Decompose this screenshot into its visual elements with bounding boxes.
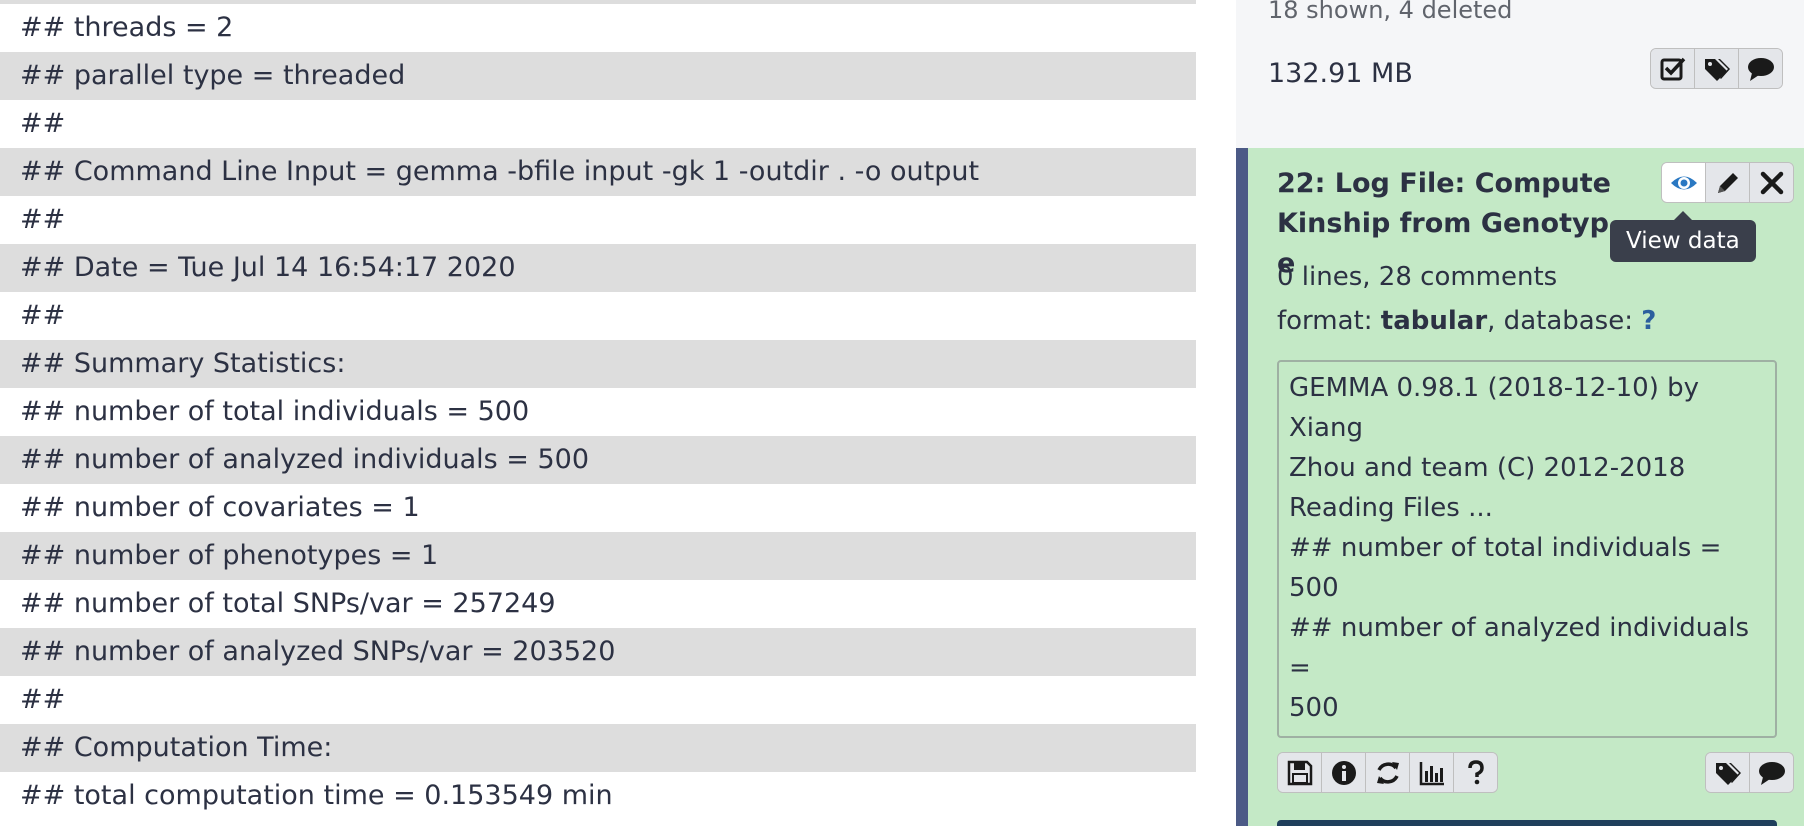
peek-line: ## number of analyzed individuals = xyxy=(1289,613,1749,683)
dataset-tags-button[interactable] xyxy=(1706,753,1750,792)
history-annotation-button[interactable] xyxy=(1739,49,1782,88)
format-value: tabular xyxy=(1380,306,1488,336)
dataset-details-button[interactable] xyxy=(1322,753,1366,792)
dataset-summary: 0 lines, 28 comments xyxy=(1277,262,1558,292)
log-line: ## number of covariates = 1 xyxy=(20,492,420,523)
pencil-icon xyxy=(1717,172,1738,193)
view-data-tooltip: View data xyxy=(1610,211,1756,262)
info-icon xyxy=(1331,760,1356,785)
close-icon xyxy=(1760,171,1783,194)
log-line: ## xyxy=(20,300,66,331)
comment-icon xyxy=(1747,57,1774,81)
log-line: ## total computation time = 0.153549 min xyxy=(20,780,613,811)
peek-line: 500 xyxy=(1289,693,1339,723)
dataset-tool-buttons xyxy=(1277,752,1498,793)
log-rows: ## threads = 2 ## parallel type = threade… xyxy=(0,4,1196,820)
dataset-item-22[interactable]: 22: Log File: Compute Kinship from Genot… xyxy=(1236,148,1804,826)
history-size: 132.91 MB xyxy=(1268,58,1413,89)
log-line: ## threads = 2 xyxy=(20,12,234,43)
question-icon xyxy=(1467,759,1484,784)
download-button[interactable] xyxy=(1278,753,1322,792)
next-dataset-header[interactable] xyxy=(1277,820,1777,826)
dataset-annotate-buttons xyxy=(1705,752,1794,793)
tags-icon xyxy=(1704,58,1730,81)
check-square-icon xyxy=(1660,57,1685,80)
log-output-panel: ## threads = 2 ## parallel type = threade… xyxy=(0,0,1196,826)
history-actions xyxy=(1650,48,1783,89)
select-items-button[interactable] xyxy=(1651,49,1695,88)
peek-line: ## number of total individuals = 500 xyxy=(1289,533,1722,603)
log-line: ## xyxy=(20,204,66,235)
delete-dataset-button[interactable] xyxy=(1750,163,1793,202)
log-line: ## number of total SNPs/var = 257249 xyxy=(20,588,556,619)
log-line: ## number of analyzed SNPs/var = 203520 xyxy=(0,628,1196,676)
peek-line: Zhou and team (C) 2012-2018 xyxy=(1289,453,1686,483)
history-panel: 18 shown, 4 deleted 132.91 MB 22: Log Fi… xyxy=(1236,0,1804,826)
help-button[interactable] xyxy=(1454,753,1497,792)
visualize-button[interactable] xyxy=(1410,753,1454,792)
peek-lines: GEMMA 0.98.1 (2018-12-10) by Xiang Zhou a… xyxy=(1289,368,1765,736)
database-value-link[interactable]: ? xyxy=(1641,306,1656,336)
log-line: ## number of analyzed individuals = 500 xyxy=(0,436,1196,484)
dataset-peek: GEMMA 0.98.1 (2018-12-10) by Xiang Zhou a… xyxy=(1277,360,1777,738)
history-tags-button[interactable] xyxy=(1695,49,1739,88)
dataset-actions xyxy=(1661,162,1794,203)
log-line: ## Command Line Input = gemma -bfile inp… xyxy=(0,148,1196,196)
tags-icon xyxy=(1715,762,1741,785)
eye-icon xyxy=(1670,176,1697,189)
log-line: ## Computation Time: xyxy=(0,724,1196,772)
database-label: , database: xyxy=(1487,306,1642,336)
log-line: ## Summary Statistics: xyxy=(0,340,1196,388)
refresh-icon xyxy=(1376,761,1399,784)
log-line: ## number of phenotypes = 1 xyxy=(0,532,1196,580)
dataset-annotation-button[interactable] xyxy=(1750,753,1793,792)
history-shown-count[interactable]: 18 shown, 4 deleted xyxy=(1268,0,1512,24)
log-line: ## xyxy=(20,108,66,139)
view-data-button[interactable] xyxy=(1662,163,1706,202)
bar-chart-icon xyxy=(1419,761,1444,785)
save-icon xyxy=(1287,760,1312,785)
comment-icon xyxy=(1758,761,1785,785)
peek-line: Reading Files ... xyxy=(1289,493,1493,523)
dataset-format-line: format: tabular, database: ? xyxy=(1277,306,1656,336)
history-summary: 18 shown, 4 deleted 132.91 MB xyxy=(1236,0,1804,146)
log-line: ## parallel type = threaded xyxy=(0,52,1196,100)
edit-attributes-button[interactable] xyxy=(1706,163,1750,202)
format-label: format: xyxy=(1277,306,1381,336)
peek-line: ## number of covariates = 1 xyxy=(1289,728,1765,736)
peek-line: GEMMA 0.98.1 (2018-12-10) by Xiang xyxy=(1289,373,1699,443)
log-line: ## number of total individuals = 500 xyxy=(20,396,530,427)
log-line: ## Date = Tue Jul 14 16:54:17 2020 xyxy=(0,244,1196,292)
rerun-button[interactable] xyxy=(1366,753,1410,792)
log-line: ## xyxy=(20,684,66,715)
